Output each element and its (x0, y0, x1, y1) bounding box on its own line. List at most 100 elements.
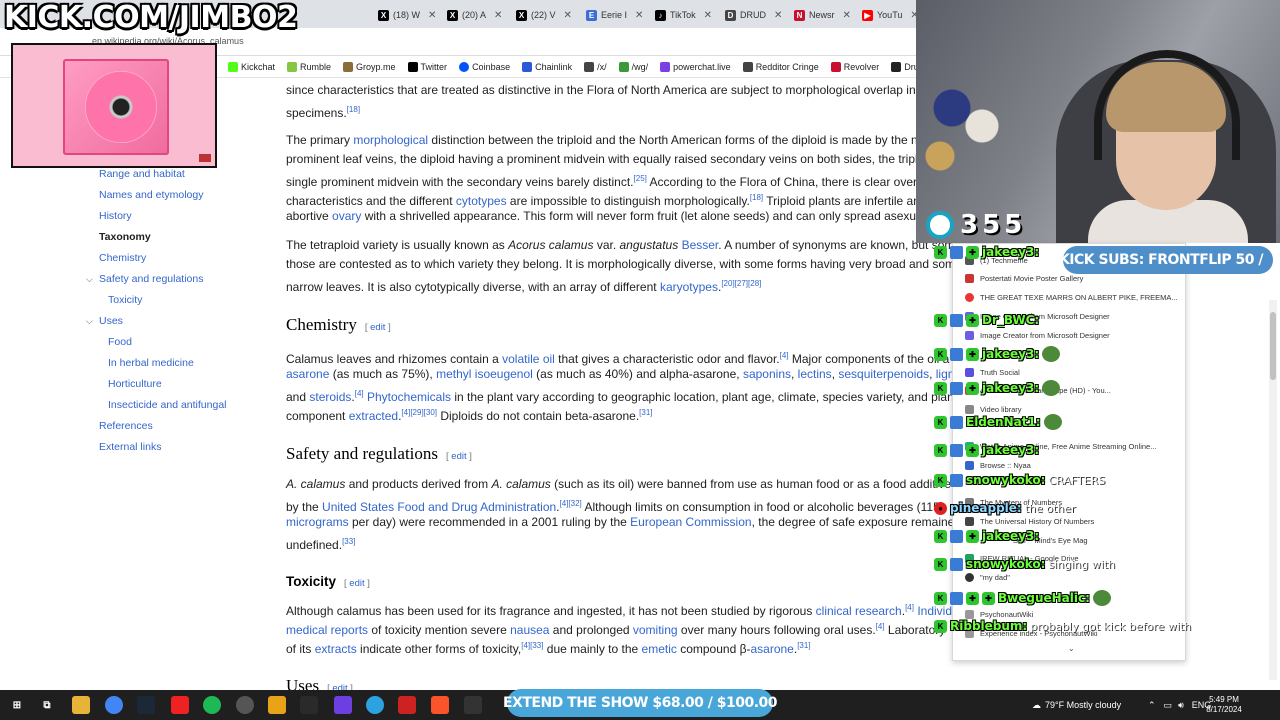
close-icon[interactable]: ✕ (564, 10, 572, 21)
citation[interactable]: [4] (905, 603, 914, 612)
bookmark[interactable]: Twitter (407, 61, 447, 72)
history-item[interactable]: Truth Social (965, 368, 1020, 377)
citation[interactable]: [4][29][30] (401, 408, 437, 417)
chevron-down-icon[interactable]: ⌵ (86, 316, 93, 327)
bookmark[interactable]: Chainlink (522, 61, 572, 72)
citation[interactable]: [4] (355, 389, 364, 398)
citation[interactable]: [4][33] (521, 641, 543, 650)
history-item[interactable]: Image Creator from Microsoft Designer (965, 331, 1110, 340)
citation[interactable]: [18] (347, 105, 360, 114)
citation[interactable]: [4] (876, 622, 885, 631)
history-item[interactable]: Browse :: Nyaa (965, 461, 1031, 470)
citation[interactable]: [31] (639, 408, 652, 417)
citation[interactable]: [31] (797, 641, 810, 650)
link-cytotypes[interactable]: cytotypes (456, 194, 507, 208)
network-icon[interactable]: ▭ (1164, 700, 1173, 711)
link-micrograms[interactable]: micrograms (286, 515, 349, 529)
app-icon[interactable] (334, 696, 352, 714)
browser-tab[interactable]: X (20) A ✕ (447, 4, 502, 26)
toc-item-external-links[interactable]: External links (99, 441, 161, 453)
close-icon[interactable]: ✕ (774, 10, 782, 21)
citation[interactable]: [25] (634, 174, 647, 183)
toc-item-history[interactable]: History (99, 210, 132, 222)
citation[interactable]: [20][27][28] (721, 279, 761, 288)
toc-item-toxicity[interactable]: Toxicity (108, 294, 142, 306)
toc-item-chemistry[interactable]: Chemistry (99, 252, 146, 264)
browser-tab[interactable]: X (18) W ✕ (378, 4, 436, 26)
telegram-icon[interactable] (366, 696, 384, 714)
link-karyotypes[interactable]: karyotypes (660, 280, 718, 294)
toc-item-names-and-etymology[interactable]: Names and etymology (99, 189, 203, 201)
browser-tab[interactable]: D DRUD ✕ (725, 4, 782, 26)
bookmark[interactable]: Rumble (287, 61, 331, 72)
toc-item-references[interactable]: References (99, 420, 153, 432)
app-icon[interactable] (398, 696, 416, 714)
link-nausea[interactable]: nausea (510, 623, 549, 637)
history-item[interactable]: THE GREAT TEXE MARRS ON ALBERT PIKE, FRE… (965, 293, 1178, 302)
windows-start-icon[interactable]: ⊞ (8, 696, 26, 714)
bookmark[interactable]: Redditor Cringe (742, 61, 819, 72)
close-icon[interactable]: ✕ (428, 10, 436, 21)
link-morphological[interactable]: morphological (353, 133, 428, 147)
link-asarone[interactable]: asarone (286, 367, 329, 381)
link-phytochemicals[interactable]: Phytochemicals (367, 390, 451, 404)
page-scrollbar[interactable] (1269, 300, 1277, 680)
browser-tab[interactable]: ♪ TikTok ✕ (655, 4, 712, 26)
link-saponins[interactable]: saponins (743, 367, 791, 381)
bookmark[interactable]: Revolver (830, 61, 879, 72)
chevron-up-icon[interactable]: ⌃ (1148, 700, 1156, 711)
close-icon[interactable]: ✕ (494, 10, 502, 21)
link-steroids[interactable]: steroids (309, 390, 351, 404)
link-medical-reports[interactable]: medical reports (286, 623, 368, 637)
toc-item-horticulture[interactable]: Horticulture (108, 378, 162, 390)
app-icon[interactable] (171, 696, 189, 714)
history-item[interactable]: Postertati Movie Poster Gallery (965, 274, 1083, 283)
bookmark[interactable]: Coinbase (459, 61, 510, 72)
citation[interactable]: [18] (750, 193, 763, 202)
weather-widget[interactable]: ☁ 79°F Mostly cloudy (1032, 690, 1121, 720)
link-asarone[interactable]: asarone (750, 642, 793, 656)
toc-item-food[interactable]: Food (108, 336, 132, 348)
bookmark[interactable]: Groyp.me (343, 61, 396, 72)
browser-tab[interactable]: E Eerie I ✕ (586, 4, 643, 26)
obs-icon[interactable] (236, 696, 254, 714)
bookmark[interactable]: powerchat.live (660, 61, 731, 72)
chevron-down-icon[interactable]: ⌵ (86, 274, 93, 285)
edit-link[interactable]: edit (344, 578, 370, 589)
link-emetic[interactable]: emetic (642, 642, 677, 656)
link-european-commission[interactable]: European Commission (630, 515, 751, 529)
brave-icon[interactable] (431, 696, 449, 714)
browser-tab[interactable]: N Newsr ✕ (794, 4, 851, 26)
toc-item-safety-and-regulations[interactable]: Safety and regulations (99, 273, 204, 285)
history-item[interactable]: "my dad" (965, 573, 1010, 582)
spotify-icon[interactable] (203, 696, 221, 714)
history-item[interactable]: The Universal History Of Numbers (965, 517, 1094, 526)
link-besser[interactable]: Besser (682, 238, 719, 252)
link-ovary[interactable]: ovary (332, 209, 361, 223)
link-vomiting[interactable]: vomiting (633, 623, 678, 637)
link-volatile-oil[interactable]: volatile oil (502, 352, 555, 366)
citation[interactable]: [33] (342, 537, 355, 546)
toc-item-range-and-habitat[interactable]: Range and habitat (99, 168, 185, 180)
close-icon[interactable]: ✕ (704, 10, 712, 21)
volume-icon[interactable]: 🔊︎ (1178, 700, 1184, 711)
citation[interactable]: [4] (780, 351, 789, 360)
taskbar-clock[interactable]: 5:49 PM 8/17/2024 (1196, 695, 1252, 715)
edit-link[interactable]: edit (446, 451, 472, 462)
toc-item-in-herbal-medicine[interactable]: In herbal medicine (108, 357, 194, 369)
steam-icon[interactable] (137, 696, 155, 714)
browser-tab[interactable]: ▶ YouTu ✕ (862, 4, 919, 26)
link-fda[interactable]: United States Food and Drug Administrati… (322, 500, 556, 514)
app-icon[interactable] (268, 696, 286, 714)
app-icon[interactable] (300, 696, 318, 714)
close-icon[interactable]: ✕ (635, 10, 643, 21)
link-extracts[interactable]: extracts (315, 642, 357, 656)
chrome-icon[interactable] (105, 696, 123, 714)
edit-link[interactable]: edit (365, 322, 391, 333)
link-extracted[interactable]: extracted (349, 409, 398, 423)
chevron-down-icon[interactable]: ⌄ (1068, 644, 1075, 653)
toc-item-insecticide-and-antifungal[interactable]: Insecticide and antifungal (108, 399, 227, 411)
bookmark[interactable]: Kickchat (228, 61, 275, 72)
file-explorer-icon[interactable] (72, 696, 90, 714)
close-icon[interactable]: ✕ (843, 10, 851, 21)
